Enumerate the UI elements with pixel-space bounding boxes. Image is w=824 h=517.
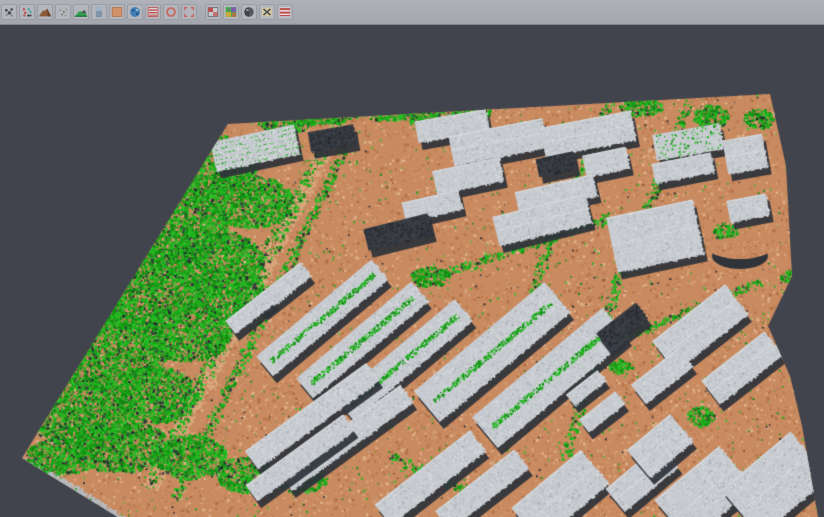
viewport-3d-canvas[interactable] — [0, 26, 824, 517]
points-cluster-icon[interactable] — [1, 4, 17, 20]
points-cluster-icon — [2, 4, 16, 20]
selection-corners-icon[interactable] — [181, 4, 197, 20]
sparse-points-icon[interactable] — [55, 4, 71, 20]
classified-points-icon — [20, 4, 34, 20]
globe-icon — [128, 4, 142, 20]
circle-ring-icon[interactable] — [163, 4, 179, 20]
ground-square-icon — [110, 4, 124, 20]
red-bars-icon[interactable] — [277, 4, 293, 20]
classification-map-icon — [224, 4, 238, 20]
toolbar — [0, 0, 824, 25]
viewport — [0, 26, 824, 517]
checker-icon — [206, 4, 220, 20]
circle-ring-icon — [164, 4, 178, 20]
panel-icon — [92, 4, 106, 20]
sphere-icon — [242, 4, 256, 20]
sparse-points-icon — [56, 4, 70, 20]
terrain-green-icon[interactable] — [73, 4, 89, 20]
globe-icon[interactable] — [127, 4, 143, 20]
checker-icon[interactable] — [205, 4, 221, 20]
striped-square-icon[interactable] — [145, 4, 161, 20]
toolbar-icon-group — [0, 4, 293, 20]
terrain-brown-icon[interactable] — [37, 4, 53, 20]
terrain-green-icon — [74, 4, 88, 20]
panel-icon[interactable] — [91, 4, 107, 20]
classified-points-icon[interactable] — [19, 4, 35, 20]
crossed-tools-icon[interactable] — [259, 4, 275, 20]
crossed-tools-icon — [260, 4, 274, 20]
sphere-icon[interactable] — [241, 4, 257, 20]
terrain-brown-icon — [38, 4, 52, 20]
classification-map-icon[interactable] — [223, 4, 239, 20]
striped-square-icon — [146, 4, 160, 20]
red-bars-icon — [278, 4, 292, 20]
ground-square-icon[interactable] — [109, 4, 125, 20]
selection-corners-icon — [182, 4, 196, 20]
